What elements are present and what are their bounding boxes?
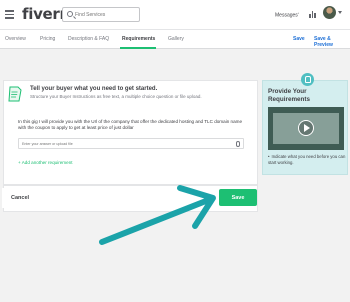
annotation-arrow-icon xyxy=(99,185,216,245)
